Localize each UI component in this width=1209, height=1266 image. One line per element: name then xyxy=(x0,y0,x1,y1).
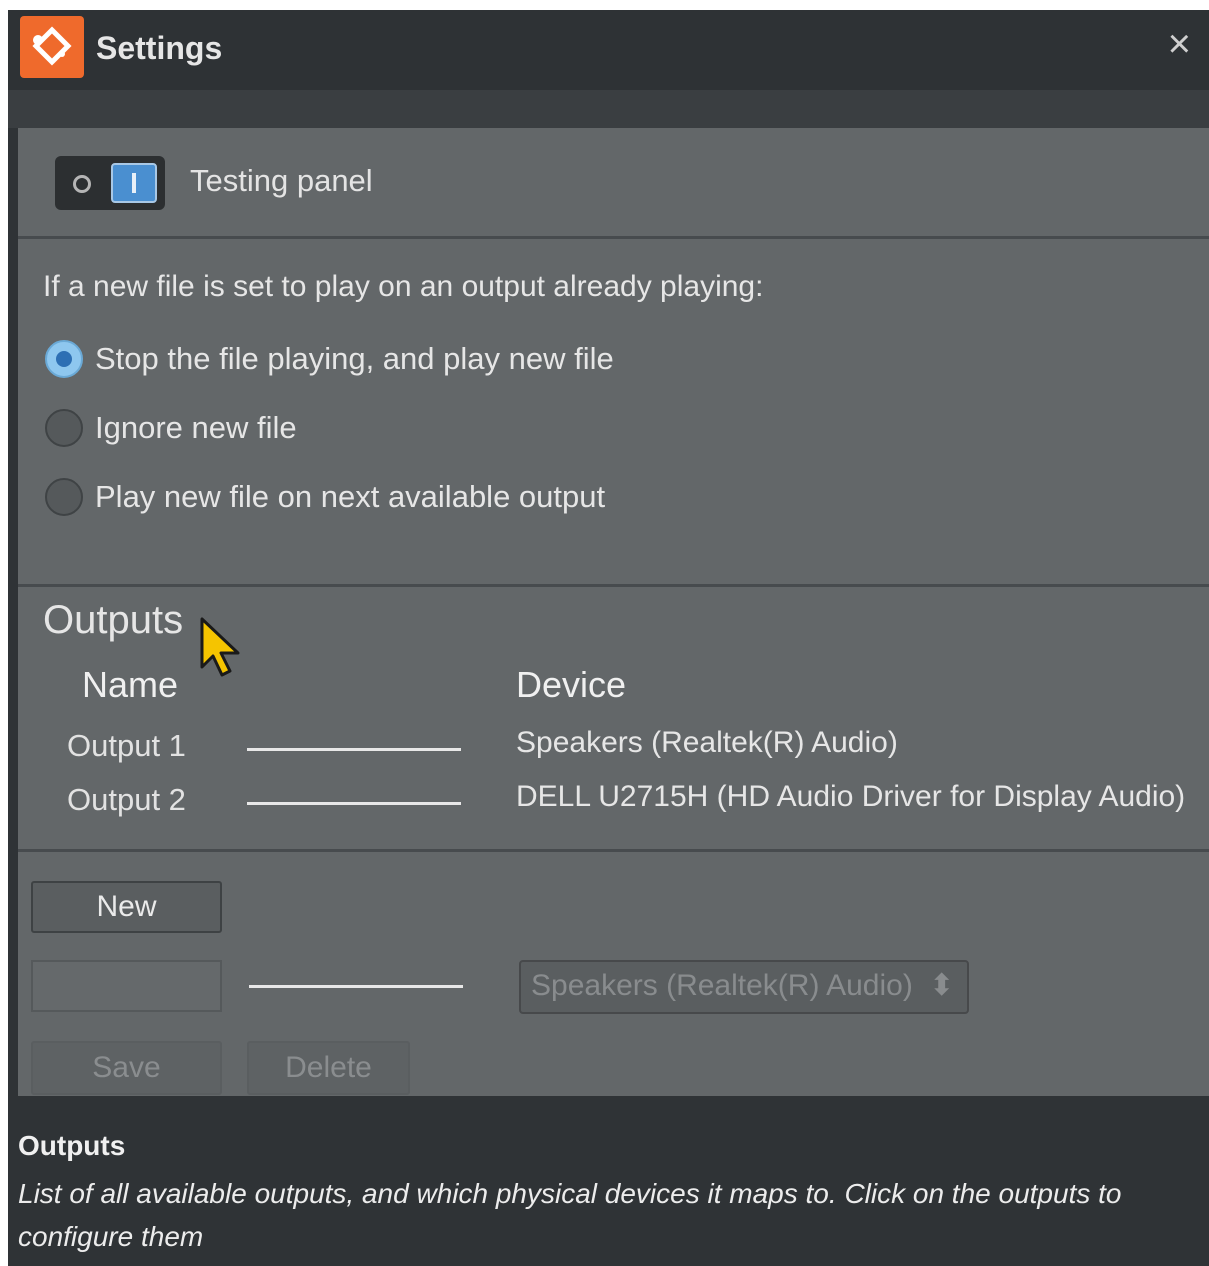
output-row-name[interactable]: Output 1 xyxy=(67,728,186,764)
title-separator-band xyxy=(8,90,1209,128)
toggle-off-indicator-icon xyxy=(73,175,91,193)
radio-next-available-output[interactable] xyxy=(45,478,83,516)
edit-row-connector xyxy=(249,985,463,988)
help-title: Outputs xyxy=(18,1130,126,1161)
radio-label-stop-and-play[interactable]: Stop the file playing, and play new file xyxy=(95,341,614,377)
output-row-device[interactable]: DELL U2715H (HD Audio Driver for Display… xyxy=(516,780,1185,814)
section-divider xyxy=(18,584,1209,587)
section-divider xyxy=(18,236,1209,239)
radio-label-ignore-new-file[interactable]: Ignore new file xyxy=(95,410,297,446)
output-row-device[interactable]: Speakers (Realtek(R) Audio) xyxy=(516,726,898,760)
select-arrows-icon: ⬍ xyxy=(929,969,955,1002)
output-row-name[interactable]: Output 2 xyxy=(67,782,186,818)
close-icon[interactable]: × xyxy=(1168,24,1191,64)
help-description: List of all available outputs, and which… xyxy=(18,1178,1122,1252)
testing-panel-toggle[interactable] xyxy=(55,156,165,210)
device-select[interactable]: Speakers (Realtek(R) Audio) ⬍ xyxy=(519,960,969,1014)
testing-panel-label: Testing panel xyxy=(190,163,373,198)
output-row-connector xyxy=(247,802,461,805)
output-row-connector xyxy=(247,748,461,751)
new-output-button[interactable]: New xyxy=(31,881,222,933)
radio-stop-and-play[interactable] xyxy=(45,340,83,378)
outputs-section-title: Outputs xyxy=(43,598,184,642)
radio-ignore-new-file[interactable] xyxy=(45,409,83,447)
delete-button[interactable]: Delete xyxy=(247,1041,410,1095)
save-button[interactable]: Save xyxy=(31,1041,222,1095)
window-title: Settings xyxy=(96,30,223,66)
mouse-cursor-icon xyxy=(200,617,240,677)
device-select-value: Speakers (Realtek(R) Audio) xyxy=(531,969,913,1002)
settings-panel: Testing panel If a new file is set to pl… xyxy=(18,128,1209,1096)
column-header-name: Name xyxy=(82,664,179,705)
settings-window: Settings × Testing panel If a new file i… xyxy=(8,10,1209,1266)
app-logo-icon xyxy=(20,16,84,78)
output-name-input[interactable] xyxy=(31,960,222,1012)
section-divider xyxy=(18,849,1209,852)
toggle-on-knob-icon xyxy=(111,163,157,203)
playback-question: If a new file is set to play on an outpu… xyxy=(43,270,764,303)
radio-label-next-available-output[interactable]: Play new file on next available output xyxy=(95,479,605,515)
column-header-device: Device xyxy=(516,664,627,705)
title-bar: Settings × xyxy=(8,10,1209,90)
